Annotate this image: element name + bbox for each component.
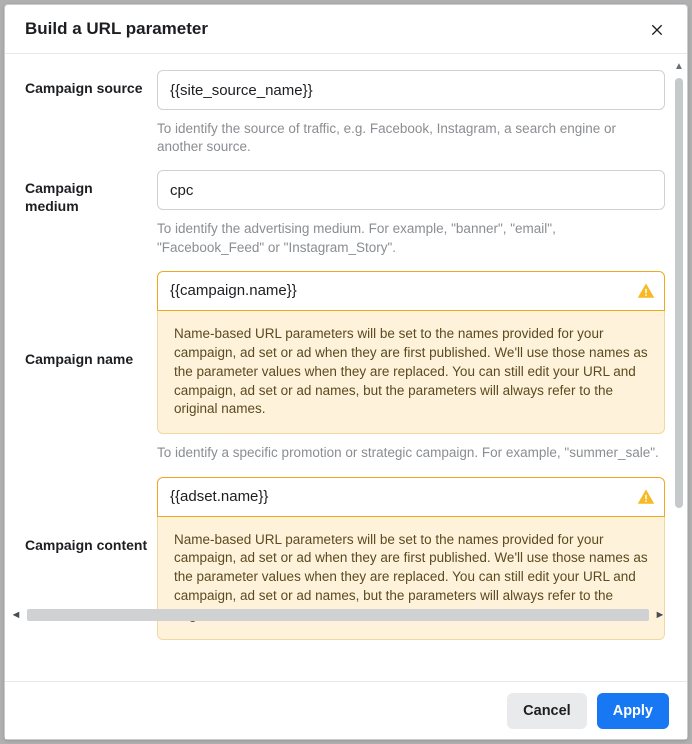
horizontal-scrollbar[interactable]: ◄ ►: [9, 607, 667, 623]
campaign-source-input[interactable]: [157, 70, 665, 110]
close-button[interactable]: [643, 15, 671, 43]
cancel-button[interactable]: Cancel: [507, 693, 587, 729]
warning-message-name: Name-based URL parameters will be set to…: [157, 311, 665, 434]
field-row-source: Campaign source To identify the source o…: [25, 70, 665, 156]
field-help-source: To identify the source of traffic, e.g. …: [157, 120, 665, 156]
field-label-name: Campaign name: [25, 271, 157, 369]
scroll-right-arrow-icon: ►: [653, 608, 667, 622]
field-help-name: To identify a specific promotion or stra…: [157, 444, 665, 462]
modal-body: Campaign source To identify the source o…: [5, 54, 687, 681]
field-row-medium: Campaign medium To identify the advertis…: [25, 170, 665, 256]
field-help-medium: To identify the advertising medium. For …: [157, 220, 665, 256]
apply-button[interactable]: Apply: [597, 693, 669, 729]
close-icon: [649, 21, 665, 37]
scroll-left-arrow-icon: ◄: [9, 608, 23, 622]
modal-header: Build a URL parameter: [5, 5, 687, 54]
field-label-source: Campaign source: [25, 70, 157, 98]
modal-footer: Cancel Apply: [5, 681, 687, 739]
horizontal-scroll-track[interactable]: [27, 609, 649, 621]
field-label-content: Campaign content: [25, 477, 157, 555]
field-label-medium: Campaign medium: [25, 170, 157, 215]
scroll-up-arrow-icon: ▲: [673, 60, 685, 72]
field-row-name: Campaign name Name-based: [25, 271, 665, 463]
vertical-scrollbar[interactable]: ▲: [673, 60, 685, 621]
modal-title: Build a URL parameter: [25, 19, 208, 39]
campaign-name-input[interactable]: [157, 271, 665, 311]
campaign-medium-input[interactable]: [157, 170, 665, 210]
vertical-scroll-thumb[interactable]: [675, 78, 683, 508]
campaign-content-input[interactable]: [157, 477, 665, 517]
url-parameter-modal: Build a URL parameter Campaign source To…: [4, 4, 688, 740]
